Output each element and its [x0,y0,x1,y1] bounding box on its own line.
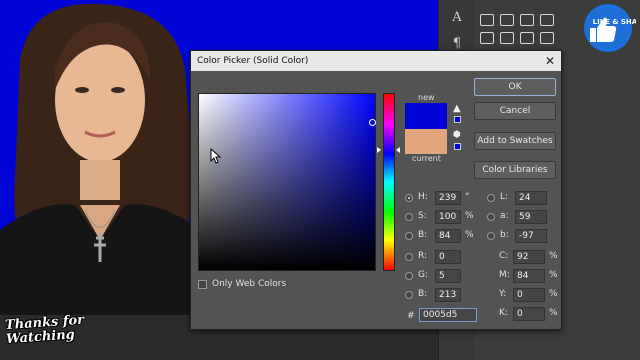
close-icon[interactable]: ✕ [545,51,555,71]
adjustments-icons-row-1 [480,14,554,30]
green-field[interactable]: 5 [435,269,461,283]
add-to-swatches-button[interactable]: Add to Swatches [474,132,556,150]
dialog-titlebar[interactable]: Color Picker (Solid Color) ✕ [191,51,561,71]
hue-slider-handle-left[interactable] [377,147,381,153]
cyan-unit: % [549,251,558,261]
lab-a-label: a: [500,211,509,221]
current-color-label: current [412,154,441,163]
blue-radio[interactable] [405,291,413,299]
black-field[interactable]: 0 [513,307,545,321]
adjustment-icon[interactable] [500,14,514,26]
hue-radio[interactable] [405,194,413,202]
ok-button[interactable]: OK [474,78,556,96]
adjustment-icon[interactable] [520,32,534,44]
adjustment-icon[interactable] [480,32,494,44]
yellow-label: Y: [499,289,507,299]
brightness-row: B: 84 % [405,229,477,243]
blue-label: B: [418,289,428,299]
lab-l-row: L: 24 [487,191,557,205]
lab-b-row: b: -97 [487,229,557,243]
cyan-label: C: [499,251,509,261]
color-field[interactable] [198,93,376,271]
red-field[interactable]: 0 [435,250,461,264]
magenta-row: M: 84 % [499,269,559,283]
lab-l-radio[interactable] [487,194,495,202]
like-share-text: LIKE & SHARE [593,18,636,26]
yellow-field[interactable]: 0 [513,288,545,302]
lab-b-radio[interactable] [487,232,495,240]
brightness-unit: % [465,230,474,240]
checkbox-box[interactable] [198,280,207,289]
dialog-title: Color Picker (Solid Color) [197,56,309,66]
red-row: R: 0 [405,250,477,264]
brightness-label: B: [418,230,428,240]
like-share-badge: LIKE & SHARE [584,4,636,52]
hex-hash-label: # [407,311,415,321]
hue-field[interactable]: 239 [435,191,461,205]
lab-b-field[interactable]: -97 [515,229,547,243]
mouse-cursor-icon [210,148,222,164]
lab-a-radio[interactable] [487,213,495,221]
saturation-label: S: [418,211,427,221]
new-color-swatch [405,103,447,129]
hue-unit: ° [465,192,470,202]
lab-a-field[interactable]: 59 [515,210,547,224]
saturation-row: S: 100 % [405,210,477,224]
color-libraries-button[interactable]: Color Libraries [474,161,556,179]
green-row: G: 5 [405,269,477,283]
color-field-selector[interactable] [369,119,376,126]
hue-slider[interactable] [383,93,395,271]
new-color-label: new [418,93,435,102]
adjustment-icon[interactable] [480,14,494,26]
saturation-field[interactable]: 100 [435,210,461,224]
adjustments-icons-row-2 [480,32,554,48]
magenta-field[interactable]: 84 [513,269,545,283]
red-radio[interactable] [405,253,413,261]
hex-input[interactable]: 0005d5 [419,308,477,322]
portrait-photo [0,0,200,340]
yellow-row: Y: 0 % [499,288,559,302]
red-label: R: [418,251,428,261]
cancel-button[interactable]: Cancel [474,102,556,120]
blue-field[interactable]: 213 [435,288,461,302]
not-web-safe-cube-icon[interactable]: ⬢ [453,130,461,140]
type-tool-icon[interactable]: A [447,10,467,28]
green-radio[interactable] [405,272,413,280]
adjustment-icon[interactable] [540,32,554,44]
brightness-field[interactable]: 84 [435,229,461,243]
adjustment-icon[interactable] [500,32,514,44]
adjustment-icon[interactable] [540,14,554,26]
black-label: K: [499,308,508,318]
hue-slider-handle-right[interactable] [396,147,400,153]
out-of-gamut-warning-icon[interactable]: ▲ [453,103,461,114]
magenta-label: M: [499,270,510,280]
gamut-correction-swatch[interactable] [454,116,461,123]
saturation-radio[interactable] [405,213,413,221]
black-unit: % [549,308,558,318]
lab-l-field[interactable]: 24 [515,191,547,205]
color-picker-dialog: Color Picker (Solid Color) ✕ new current… [190,50,562,330]
magenta-unit: % [549,270,558,280]
lab-l-label: L: [500,192,509,202]
thanks-for-watching-watermark: Thanks for Watching [4,312,85,348]
lab-a-row: a: 59 [487,210,557,224]
cyan-field[interactable]: 92 [513,250,545,264]
hue-row: H: 239 ° [405,191,477,205]
green-label: G: [418,270,429,280]
only-web-colors-label: Only Web Colors [212,279,287,289]
lab-b-label: b: [500,230,509,240]
current-color-swatch[interactable] [405,129,447,154]
brightness-radio[interactable] [405,232,413,240]
blue-row: B: 213 [405,288,477,302]
yellow-unit: % [549,289,558,299]
saturation-unit: % [465,211,474,221]
web-safe-swatch[interactable] [454,143,461,150]
adjustment-icon[interactable] [520,14,534,26]
black-row: K: 0 % [499,307,559,321]
cyan-row: C: 92 % [499,250,559,264]
hue-label: H: [418,192,428,202]
